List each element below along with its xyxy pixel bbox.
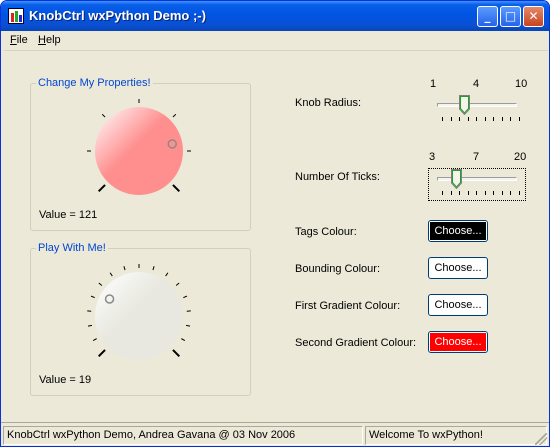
knob2-value: Value = 19	[39, 374, 92, 386]
knob2-group-label: Play With Me!	[36, 242, 108, 254]
knob-face[interactable]	[95, 272, 183, 360]
knob-tick	[101, 113, 106, 118]
app-icon	[8, 8, 24, 24]
slider-tick	[467, 117, 469, 121]
knob1-value: Value = 121	[39, 209, 98, 221]
number-of-ticks-slider[interactable]	[431, 169, 523, 201]
second-gradient-colour-label: Second Gradient Colour:	[295, 337, 417, 349]
knob-tick	[165, 272, 169, 277]
first-gradient-colour-button[interactable]: Choose...	[428, 294, 488, 316]
radius-min-label: 1	[430, 78, 437, 90]
knob-tick	[175, 282, 180, 286]
slider-tick	[493, 191, 494, 195]
first-gradient-colour-swatch: Choose...	[430, 296, 486, 314]
slider-tick	[501, 191, 503, 195]
knob-tick	[181, 338, 186, 341]
knob-tick	[172, 113, 177, 118]
slider-tick	[450, 117, 452, 121]
slider-tick	[450, 191, 452, 195]
knob-radius-slider[interactable]	[431, 95, 523, 127]
slider-tick	[442, 117, 443, 121]
slider-tick	[442, 191, 443, 195]
knob-tick	[92, 338, 97, 341]
knob-face[interactable]	[95, 107, 183, 195]
knob-tick	[97, 349, 106, 358]
slider-track	[437, 103, 517, 107]
status-field-right: Welcome To wxPython!	[365, 426, 547, 445]
bounding-colour-button[interactable]: Choose...	[428, 257, 488, 279]
maximize-button[interactable]: □	[500, 6, 521, 27]
menu-help-rest: elp	[45, 34, 61, 46]
menu-help[interactable]: Help	[38, 34, 61, 46]
second-gradient-colour-swatch: Choose...	[430, 333, 486, 351]
knob-tick	[183, 295, 188, 299]
slider-tick	[459, 191, 460, 195]
status-bar: KnobCtrl wxPython Demo, Andrea Gavana @ …	[1, 422, 549, 446]
slider-tick	[510, 117, 511, 121]
minimize-button[interactable]: _	[477, 6, 498, 27]
slider-thumb[interactable]	[450, 169, 462, 190]
slider-tick	[476, 117, 477, 121]
menu-help-accel: H	[38, 34, 46, 46]
slider-tick	[467, 191, 469, 195]
radius-max-label: 10	[515, 78, 528, 90]
knob-tick	[172, 349, 181, 358]
slider-tick	[476, 191, 477, 195]
slider-tick	[493, 117, 494, 121]
slider-tick	[510, 191, 511, 195]
window-title: KnobCtrl wxPython Demo ;-)	[29, 8, 206, 23]
knob1-control[interactable]	[79, 95, 199, 207]
close-button[interactable]: ✕	[523, 6, 544, 27]
knob2-control[interactable]	[79, 260, 199, 372]
menu-bar: File Help	[1, 31, 549, 50]
slider-tick	[484, 191, 486, 195]
slider-tick	[484, 117, 486, 121]
second-gradient-colour-button[interactable]: Choose...	[428, 331, 488, 353]
knob-tick	[109, 272, 113, 277]
ticks-min-label: 3	[429, 151, 436, 163]
ticks-mid-label: 7	[473, 151, 480, 163]
bounding-colour-label: Bounding Colour:	[295, 263, 381, 275]
tags-colour-button[interactable]: Choose...	[428, 220, 488, 242]
title-bar[interactable]: KnobCtrl wxPython Demo ;-) _ □ ✕	[1, 1, 549, 31]
tags-colour-label: Tags Colour:	[295, 226, 357, 238]
knob-tick	[90, 295, 95, 299]
slider-tick	[518, 117, 520, 121]
menu-file-rest: ile	[16, 34, 28, 46]
ticks-max-label: 20	[514, 151, 527, 163]
slider-track	[437, 177, 517, 181]
knob-tick	[87, 324, 93, 327]
knob-tick	[172, 184, 181, 193]
first-gradient-colour-label: First Gradient Colour:	[295, 300, 401, 312]
slider-tick	[459, 117, 460, 121]
main-panel: Change My Properties! Value = 121 Play W…	[4, 50, 548, 421]
slider-tick	[518, 191, 520, 195]
knob-tick	[123, 266, 126, 271]
app-window: KnobCtrl wxPython Demo ;-) _ □ ✕ File He…	[0, 0, 550, 447]
status-field-left: KnobCtrl wxPython Demo, Andrea Gavana @ …	[3, 426, 363, 445]
knob-tick	[98, 282, 103, 286]
menu-file[interactable]: File	[10, 34, 28, 46]
knob1-group-label: Change My Properties!	[36, 77, 153, 89]
menu-file-accel: F	[10, 34, 17, 46]
knob-tick	[152, 266, 155, 271]
knob-tick	[97, 184, 106, 193]
bounding-colour-swatch: Choose...	[430, 259, 486, 277]
resize-grip[interactable]	[535, 433, 547, 445]
slider-tick	[501, 117, 503, 121]
tags-colour-swatch: Choose...	[430, 222, 486, 240]
slider-thumb[interactable]	[458, 95, 470, 116]
number-of-ticks-label: Number Of Ticks:	[295, 171, 380, 183]
knob-tick	[185, 324, 191, 327]
radius-mid-label: 4	[473, 78, 480, 90]
knob-radius-label: Knob Radius:	[295, 97, 362, 109]
